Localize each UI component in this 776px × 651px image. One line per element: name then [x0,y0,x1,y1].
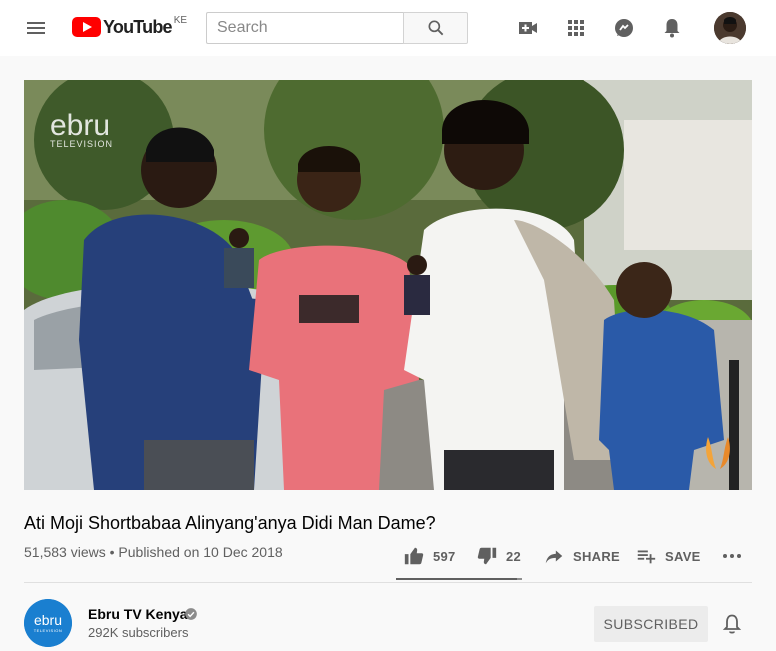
notifications-icon[interactable] [660,16,684,40]
search-button[interactable] [403,12,468,44]
search-input[interactable] [207,13,404,43]
share-label: SHARE [573,548,621,564]
divider [24,582,752,583]
subscribe-button[interactable]: SUBSCRIBED [594,606,708,642]
svg-text:ebru: ebru [34,612,62,628]
notification-bell-icon[interactable] [720,612,744,636]
channel-name[interactable]: Ebru TV Kenya [88,606,188,622]
search-icon [428,20,444,36]
svg-text:TELEVISION: TELEVISION [50,139,113,149]
subscriber-count: 292K subscribers [88,625,189,640]
save-button[interactable]: SAVE [635,538,701,574]
apps-icon[interactable] [564,16,588,40]
like-count: 597 [433,548,456,564]
video-frame: ebru TELEVISION [24,80,752,490]
country-code: KE [173,15,188,26]
like-button[interactable]: 597 [403,538,456,574]
ebru-watermark: ebru TELEVISION [50,109,113,149]
search-box[interactable] [206,12,404,44]
channel-avatar[interactable]: ebru TELEVISION [24,599,72,647]
publish-date: Published on 10 Dec 2018 [118,544,283,560]
more-horizontal-icon [723,554,741,558]
view-count: 51,583 views [24,544,106,560]
verified-badge-icon [185,608,197,620]
dislike-count: 22 [506,548,522,564]
masthead: YouTube KE [0,0,776,56]
thumbs-down-icon [477,547,497,565]
dislike-button[interactable]: 22 [476,538,521,574]
more-actions-button[interactable] [720,538,744,574]
thumbs-up-icon [404,547,424,565]
create-video-icon[interactable] [516,16,540,40]
video-title: Ati Moji Shortbabaa Alinyang'anya Didi M… [24,513,436,533]
share-button[interactable]: SHARE [543,538,620,574]
youtube-play-icon [72,17,101,37]
sentiment-like-fill [396,578,518,580]
video-player[interactable]: ebru TELEVISION [24,80,752,490]
user-avatar[interactable] [714,12,746,44]
logo-text: YouTube [103,17,173,37]
messages-icon[interactable] [612,16,636,40]
sentiment-bar [396,578,522,580]
menu-icon[interactable] [24,16,48,40]
share-icon [545,550,563,564]
save-label: SAVE [665,548,701,564]
playlist-add-icon [637,550,656,564]
svg-text:ebru: ebru [50,109,110,142]
video-meta: 51,583 views • Published on 10 Dec 2018 [24,544,283,560]
meta-separator: • [109,544,115,560]
svg-text:TELEVISION: TELEVISION [34,628,63,633]
youtube-logo[interactable]: YouTube KE [72,15,188,39]
